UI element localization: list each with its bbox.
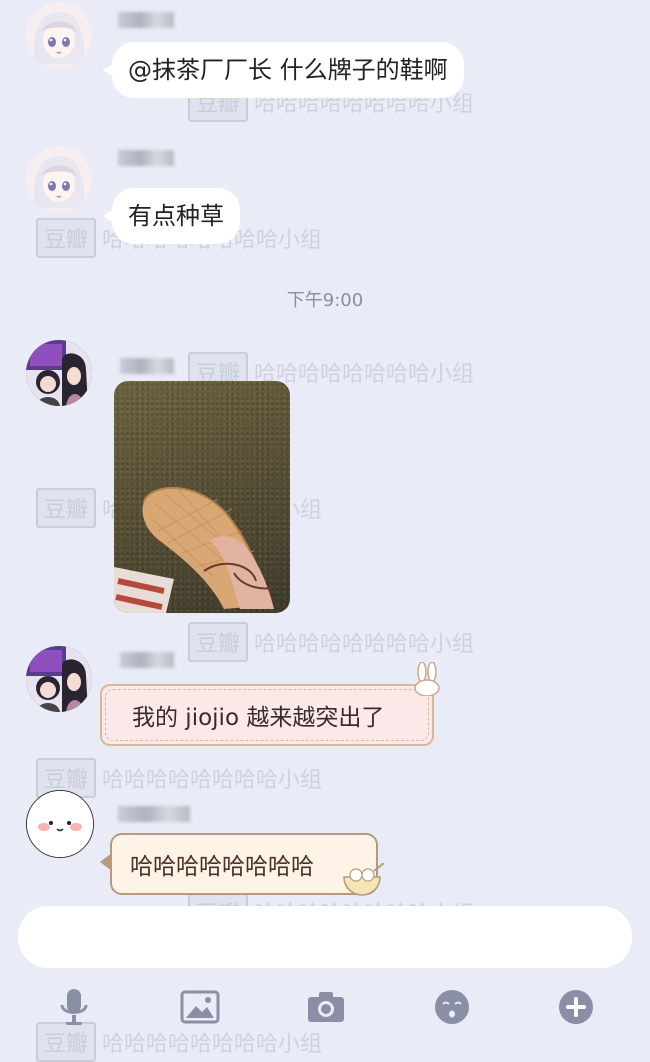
sender-name-blurred: [120, 652, 174, 668]
avatar[interactable]: [26, 790, 94, 858]
watermark: 豆瓣哈哈哈哈哈哈哈哈小组: [188, 622, 474, 662]
sender-name-blurred: [118, 150, 174, 166]
sender-name-blurred: [118, 12, 174, 28]
watermark: 豆瓣哈哈哈哈哈哈哈哈小组: [36, 758, 322, 798]
avatar[interactable]: [26, 2, 92, 68]
emoji-icon[interactable]: [430, 985, 474, 1029]
cute-face-avatar-icon: [27, 791, 93, 857]
message-bubble-decorated[interactable]: 哈哈哈哈哈哈哈哈: [100, 833, 385, 896]
cartoon-couple-avatar-icon: [26, 646, 92, 712]
message-text: 我的 jiojio 越来越突出了: [132, 705, 385, 731]
camera-icon[interactable]: [304, 985, 348, 1029]
anime-girl-avatar-icon: [26, 146, 92, 212]
bottom-toolbar: [0, 985, 650, 1029]
shoe-photo[interactable]: [114, 381, 290, 613]
cartoon-couple-avatar-icon: [26, 340, 92, 406]
message-input[interactable]: [18, 906, 632, 968]
microphone-icon[interactable]: [52, 985, 96, 1029]
sender-name-blurred: [118, 806, 190, 822]
image-icon[interactable]: [178, 985, 222, 1029]
avatar[interactable]: [26, 340, 92, 406]
plus-icon[interactable]: [554, 985, 598, 1029]
rice-bowl-decoration-icon: [343, 863, 385, 896]
avatar[interactable]: [26, 646, 92, 712]
bunny-decoration-icon: [414, 662, 440, 696]
avatar[interactable]: [26, 146, 92, 212]
message-bubble-decorated[interactable]: 我的 jiojio 越来越突出了: [100, 662, 440, 746]
anime-girl-avatar-icon: [26, 2, 92, 68]
message-text: 有点种草: [128, 202, 224, 230]
shoe-photo-image: [114, 486, 275, 613]
timestamp: 下午9:00: [286, 290, 364, 311]
message-text: 哈哈哈哈哈哈哈哈: [130, 854, 314, 880]
message-bubble[interactable]: @抹茶厂厂长 什么牌子的鞋啊: [103, 42, 464, 98]
message-text: @抹茶厂厂长 什么牌子的鞋啊: [128, 56, 448, 84]
sender-name-blurred: [120, 358, 174, 374]
message-bubble[interactable]: 有点种草: [103, 188, 240, 244]
